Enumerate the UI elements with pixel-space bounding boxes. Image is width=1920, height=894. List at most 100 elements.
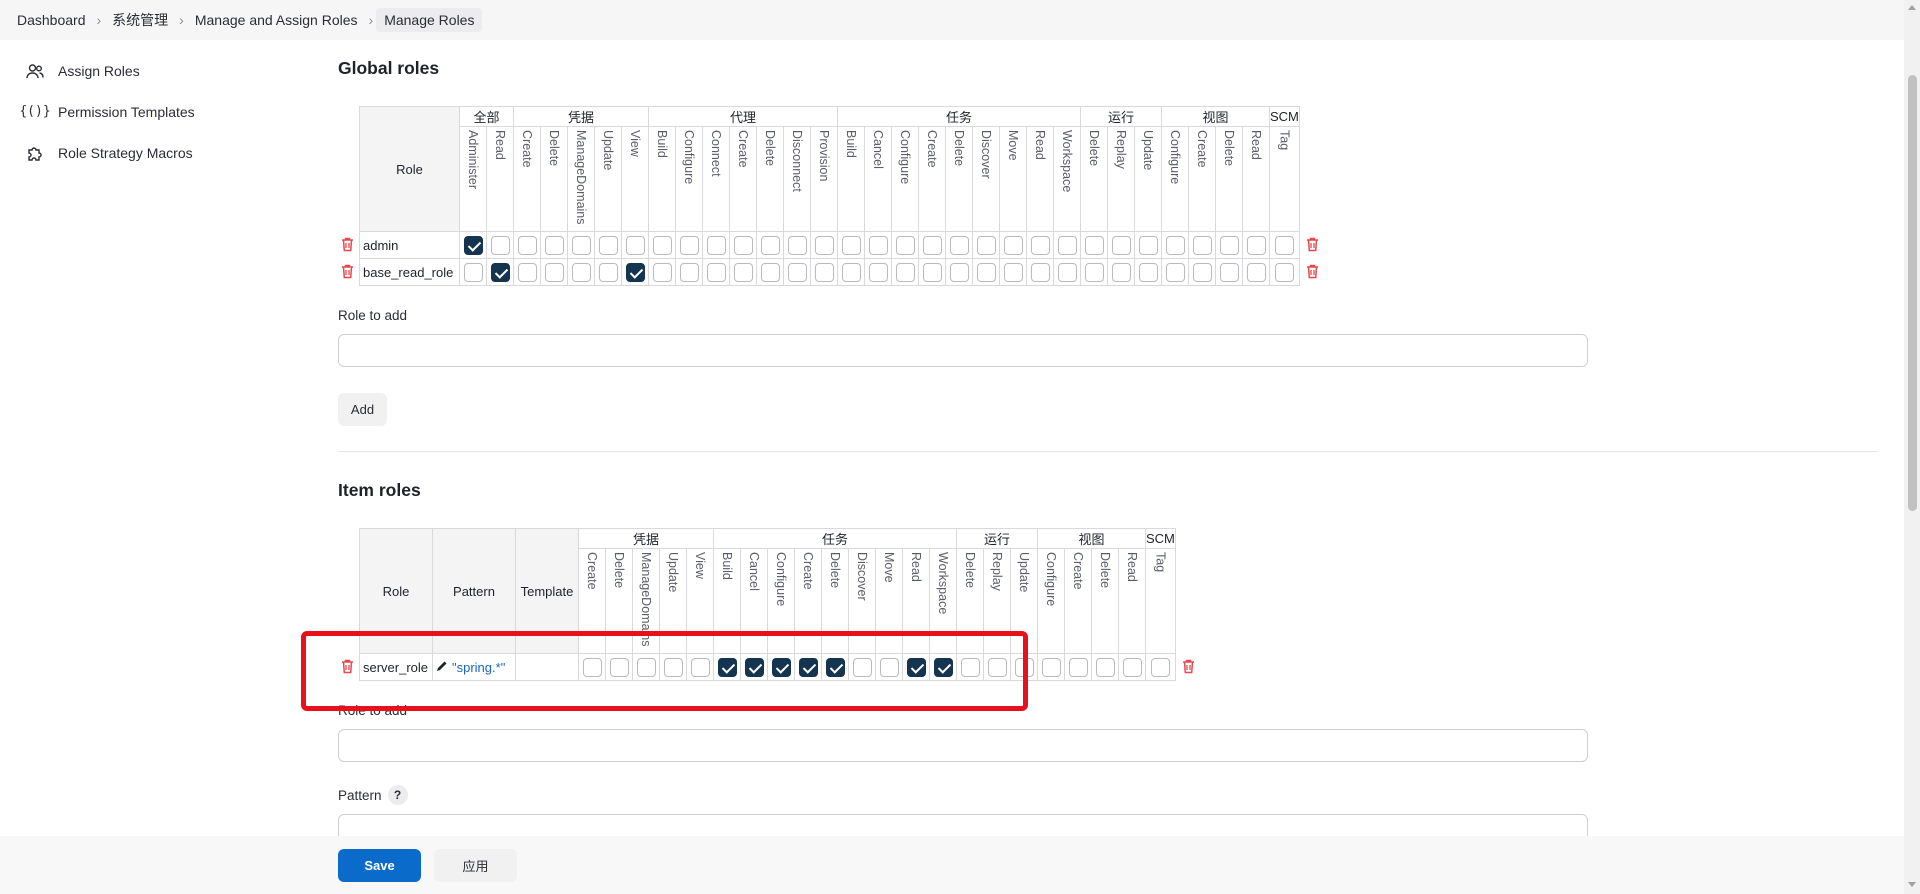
permission-checkbox-move[interactable]	[879, 657, 899, 677]
trash-icon[interactable]	[341, 264, 355, 280]
permission-checkbox-cancel[interactable]	[868, 262, 888, 282]
permission-checkbox-tag[interactable]	[1274, 235, 1294, 255]
permission-checkbox-disconnect[interactable]	[787, 262, 807, 282]
permission-checkbox-create[interactable]	[1068, 657, 1088, 677]
permission-checkbox-configure[interactable]	[679, 235, 699, 255]
permission-checkbox-workspace[interactable]	[1057, 262, 1077, 282]
permission-checkbox-delete[interactable]	[760, 235, 780, 255]
sidebar-item-assign-roles[interactable]: Assign Roles	[24, 50, 284, 91]
permission-checkbox-build[interactable]	[652, 262, 672, 282]
permission-checkbox-managedomains[interactable]	[571, 262, 591, 282]
permission-checkbox-replay[interactable]	[987, 657, 1007, 677]
permission-checkbox-move[interactable]	[1003, 262, 1023, 282]
permission-checkbox-read[interactable]	[490, 262, 510, 282]
breadcrumb-manage-roles[interactable]: Manage Roles	[376, 8, 483, 32]
scrollbar-thumb[interactable]	[1908, 75, 1917, 511]
permission-checkbox-create[interactable]	[517, 262, 537, 282]
permission-checkbox-read[interactable]	[1122, 657, 1142, 677]
permission-checkbox-view[interactable]	[625, 262, 645, 282]
sidebar-item-role-strategy-macros[interactable]: Role Strategy Macros	[24, 132, 284, 173]
permission-checkbox-discover[interactable]	[852, 657, 872, 677]
permission-checkbox-managedomains[interactable]	[636, 657, 656, 677]
permission-checkbox-read[interactable]	[1030, 235, 1050, 255]
permission-checkbox-build[interactable]	[652, 235, 672, 255]
permission-checkbox-tag[interactable]	[1274, 262, 1294, 282]
permission-checkbox-cancel[interactable]	[744, 657, 764, 677]
permission-checkbox-replay[interactable]	[1111, 235, 1131, 255]
permission-checkbox-delete[interactable]	[1219, 235, 1239, 255]
permission-checkbox-configure[interactable]	[1165, 235, 1185, 255]
permission-checkbox-update[interactable]	[663, 657, 683, 677]
permission-checkbox-disconnect[interactable]	[787, 235, 807, 255]
permission-checkbox-connect[interactable]	[706, 235, 726, 255]
permission-checkbox-create[interactable]	[733, 235, 753, 255]
permission-checkbox-tag[interactable]	[1150, 657, 1170, 677]
permission-checkbox-configure[interactable]	[771, 657, 791, 677]
permission-checkbox-read[interactable]	[490, 235, 510, 255]
permission-checkbox-cancel[interactable]	[868, 235, 888, 255]
breadcrumb-manage-assign-roles[interactable]: Manage and Assign Roles	[195, 12, 358, 28]
permission-checkbox-delete[interactable]	[609, 657, 629, 677]
permission-checkbox-administer[interactable]	[463, 235, 483, 255]
permission-checkbox-create[interactable]	[922, 262, 942, 282]
permission-checkbox-create[interactable]	[1192, 262, 1212, 282]
permission-checkbox-delete[interactable]	[544, 235, 564, 255]
permission-checkbox-configure[interactable]	[1165, 262, 1185, 282]
permission-checkbox-delete[interactable]	[1084, 235, 1104, 255]
trash-icon[interactable]	[1306, 264, 1320, 280]
permission-checkbox-read[interactable]	[906, 657, 926, 677]
permission-checkbox-move[interactable]	[1003, 235, 1023, 255]
sidebar-item-permission-templates[interactable]: {()} Permission Templates	[19, 91, 284, 132]
permission-checkbox-create[interactable]	[582, 657, 602, 677]
pencil-icon[interactable]	[436, 660, 448, 675]
breadcrumb-dashboard[interactable]: Dashboard	[17, 12, 86, 28]
permission-checkbox-create[interactable]	[1192, 235, 1212, 255]
permission-checkbox-delete[interactable]	[949, 262, 969, 282]
pattern-link[interactable]: "spring.*"	[452, 660, 505, 675]
permission-checkbox-provision[interactable]	[814, 235, 834, 255]
permission-checkbox-delete[interactable]	[1095, 657, 1115, 677]
permission-checkbox-update[interactable]	[598, 235, 618, 255]
apply-button[interactable]: 应用	[434, 849, 517, 882]
permission-checkbox-build[interactable]	[841, 262, 861, 282]
permission-checkbox-discover[interactable]	[976, 262, 996, 282]
permission-checkbox-update[interactable]	[1014, 657, 1034, 677]
permission-checkbox-managedomains[interactable]	[571, 235, 591, 255]
permission-checkbox-delete[interactable]	[760, 262, 780, 282]
permission-checkbox-workspace[interactable]	[1057, 235, 1077, 255]
add-global-role-button[interactable]: Add	[338, 393, 387, 426]
permission-checkbox-create[interactable]	[922, 235, 942, 255]
scrollbar[interactable]	[1904, 0, 1920, 894]
permission-checkbox-delete[interactable]	[825, 657, 845, 677]
permission-checkbox-workspace[interactable]	[933, 657, 953, 677]
permission-checkbox-provision[interactable]	[814, 262, 834, 282]
global-role-to-add-input[interactable]	[338, 334, 1588, 367]
permission-checkbox-update[interactable]	[1138, 235, 1158, 255]
permission-checkbox-build[interactable]	[717, 657, 737, 677]
permission-checkbox-build[interactable]	[841, 235, 861, 255]
permission-checkbox-connect[interactable]	[706, 262, 726, 282]
permission-checkbox-configure[interactable]	[895, 262, 915, 282]
permission-checkbox-read[interactable]	[1030, 262, 1050, 282]
permission-checkbox-delete[interactable]	[949, 235, 969, 255]
permission-checkbox-update[interactable]	[1138, 262, 1158, 282]
item-role-to-add-input[interactable]	[338, 729, 1588, 762]
permission-checkbox-read[interactable]	[1246, 262, 1266, 282]
permission-checkbox-read[interactable]	[1246, 235, 1266, 255]
scroll-up-icon[interactable]	[1908, 5, 1916, 10]
scroll-down-icon[interactable]	[1908, 882, 1916, 887]
permission-checkbox-create[interactable]	[517, 235, 537, 255]
permission-checkbox-configure[interactable]	[895, 235, 915, 255]
permission-checkbox-delete[interactable]	[1219, 262, 1239, 282]
trash-icon[interactable]	[1182, 659, 1196, 675]
permission-checkbox-discover[interactable]	[976, 235, 996, 255]
permission-checkbox-delete[interactable]	[544, 262, 564, 282]
permission-checkbox-update[interactable]	[598, 262, 618, 282]
permission-checkbox-configure[interactable]	[1041, 657, 1061, 677]
permission-checkbox-create[interactable]	[733, 262, 753, 282]
permission-checkbox-view[interactable]	[690, 657, 710, 677]
trash-icon[interactable]	[341, 237, 355, 253]
permission-checkbox-replay[interactable]	[1111, 262, 1131, 282]
permission-checkbox-view[interactable]	[625, 235, 645, 255]
permission-checkbox-create[interactable]	[798, 657, 818, 677]
